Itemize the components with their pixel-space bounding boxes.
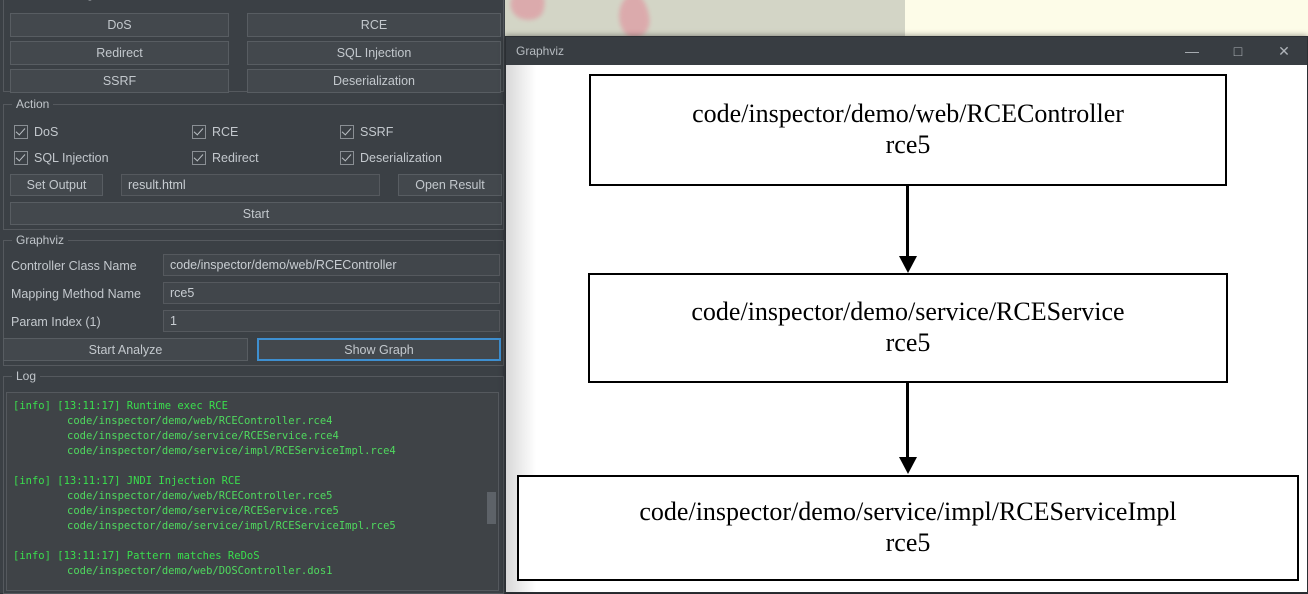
module-button-sql-injection[interactable]: SQL Injection bbox=[247, 41, 501, 65]
param-index-label: Param Index (1) bbox=[11, 315, 101, 329]
graph-node-service[interactable]: code/inspector/demo/service/RCEService r… bbox=[588, 273, 1228, 383]
module-button-rce[interactable]: RCE bbox=[247, 13, 501, 37]
window-controls: — □ ✕ bbox=[1169, 37, 1307, 65]
log-legend: Log bbox=[12, 369, 41, 383]
set-output-button[interactable]: Set Output bbox=[10, 174, 103, 196]
checkbox-label: Deserialization bbox=[360, 151, 442, 165]
graph-node-service-impl[interactable]: code/inspector/demo/service/impl/RCEServ… bbox=[517, 475, 1299, 581]
graph-node-line1: code/inspector/demo/service/impl/RCEServ… bbox=[639, 497, 1177, 527]
log-entry-line: code/inspector/demo/web/RCEController.rc… bbox=[67, 490, 333, 502]
graphviz-title-bar[interactable]: Graphviz — □ ✕ bbox=[506, 37, 1307, 65]
action-legend: Action bbox=[12, 97, 54, 111]
checkbox-deserialization[interactable]: Deserialization bbox=[340, 151, 442, 165]
desktop-background bbox=[505, 0, 1308, 40]
start-analyze-button[interactable]: Start Analyze bbox=[3, 338, 248, 361]
graph-canvas[interactable]: code/inspector/demo/web/RCEController rc… bbox=[506, 65, 1307, 592]
log-entry-line: code/inspector/demo/web/RCEController.rc… bbox=[67, 415, 333, 427]
graph-node-line1: code/inspector/demo/web/RCEController bbox=[692, 99, 1124, 129]
graph-node-controller[interactable]: code/inspector/demo/web/RCEController rc… bbox=[589, 74, 1227, 186]
open-result-button[interactable]: Open Result bbox=[398, 174, 502, 196]
wallpaper-left-region bbox=[505, 0, 905, 40]
checkbox-rce[interactable]: RCE bbox=[192, 125, 238, 139]
log-spacer bbox=[13, 534, 494, 549]
log-output[interactable]: [info] [13:11:17] Runtime exec RCE code/… bbox=[6, 392, 499, 591]
graph-edge-2 bbox=[906, 383, 909, 457]
module-config-legend: Module Config bbox=[12, 0, 98, 1]
log-entry-header: [info] [13:11:17] Pattern matches ReDoS bbox=[13, 550, 260, 562]
graphviz-window-title: Graphviz bbox=[516, 44, 565, 58]
maximize-icon[interactable]: □ bbox=[1215, 37, 1261, 65]
checkbox-box-icon bbox=[14, 125, 28, 139]
module-button-redirect[interactable]: Redirect bbox=[10, 41, 229, 65]
log-entry-line: code/inspector/demo/service/impl/RCEServ… bbox=[67, 520, 396, 532]
checkbox-dos[interactable]: DoS bbox=[14, 125, 58, 139]
log-entry-line: code/inspector/demo/service/RCEService.r… bbox=[67, 505, 339, 517]
log-scrollbar-track[interactable] bbox=[487, 394, 496, 590]
checkbox-label: DoS bbox=[34, 125, 59, 139]
checkbox-redirect[interactable]: Redirect bbox=[192, 151, 259, 165]
controller-class-name-label: Controller Class Name bbox=[11, 259, 137, 273]
graphviz-legend: Graphviz bbox=[12, 233, 69, 247]
show-graph-button[interactable]: Show Graph bbox=[257, 338, 501, 361]
log-entry-header: [info] [13:11:17] JNDI Injection RCE bbox=[13, 475, 241, 487]
checkbox-ssrf[interactable]: SSRF bbox=[340, 125, 393, 139]
graph-node-line1: code/inspector/demo/service/RCEService bbox=[691, 297, 1125, 327]
checkbox-label: SSRF bbox=[360, 125, 394, 139]
log-entry-line: code/inspector/demo/web/DOSController.do… bbox=[67, 565, 333, 577]
checkbox-sql-injection[interactable]: SQL Injection bbox=[14, 151, 109, 165]
checkbox-label: RCE bbox=[212, 125, 239, 139]
graph-edge-2-arrowhead bbox=[899, 457, 917, 474]
param-index-input[interactable]: 1 bbox=[163, 310, 500, 332]
module-button-ssrf[interactable]: SSRF bbox=[10, 69, 229, 93]
checkbox-box-icon bbox=[14, 151, 28, 165]
log-entry-line: code/inspector/demo/service/impl/RCEServ… bbox=[67, 445, 396, 457]
minimize-icon[interactable]: — bbox=[1169, 37, 1215, 65]
checkbox-label: SQL Injection bbox=[34, 151, 109, 165]
start-button[interactable]: Start bbox=[10, 202, 502, 225]
output-path-input[interactable]: result.html bbox=[121, 174, 380, 196]
close-icon[interactable]: ✕ bbox=[1261, 37, 1307, 65]
checkbox-box-icon bbox=[192, 151, 206, 165]
log-entry-line: code/inspector/demo/service/RCEService.r… bbox=[67, 430, 339, 442]
graph-node-line2: rce5 bbox=[885, 130, 931, 159]
controller-class-name-input[interactable]: code/inspector/demo/web/RCEController bbox=[163, 254, 500, 276]
log-scrollbar-thumb[interactable] bbox=[487, 492, 496, 524]
mapping-method-name-input[interactable]: rce5 bbox=[163, 282, 500, 304]
log-entry-header: [info] [13:11:17] Runtime exec RCE bbox=[13, 400, 228, 412]
checkbox-box-icon bbox=[340, 151, 354, 165]
graph-edge-1 bbox=[906, 186, 909, 256]
mapping-method-name-label: Mapping Method Name bbox=[11, 287, 141, 301]
checkbox-label: Redirect bbox=[212, 151, 259, 165]
checkbox-box-icon bbox=[192, 125, 206, 139]
graphviz-window: Graphviz — □ ✕ code/inspector/demo/web/R… bbox=[505, 36, 1308, 593]
log-spacer bbox=[13, 459, 494, 474]
graph-edge-1-arrowhead bbox=[899, 256, 917, 273]
checkbox-box-icon bbox=[340, 125, 354, 139]
module-button-deserialization[interactable]: Deserialization bbox=[247, 69, 501, 93]
module-button-dos[interactable]: DoS bbox=[10, 13, 229, 37]
graph-node-line2: rce5 bbox=[885, 528, 931, 557]
inspector-tool-panel: Module Config DoS RCE Redirect SQL Injec… bbox=[0, 0, 505, 594]
graph-node-line2: rce5 bbox=[885, 328, 931, 357]
